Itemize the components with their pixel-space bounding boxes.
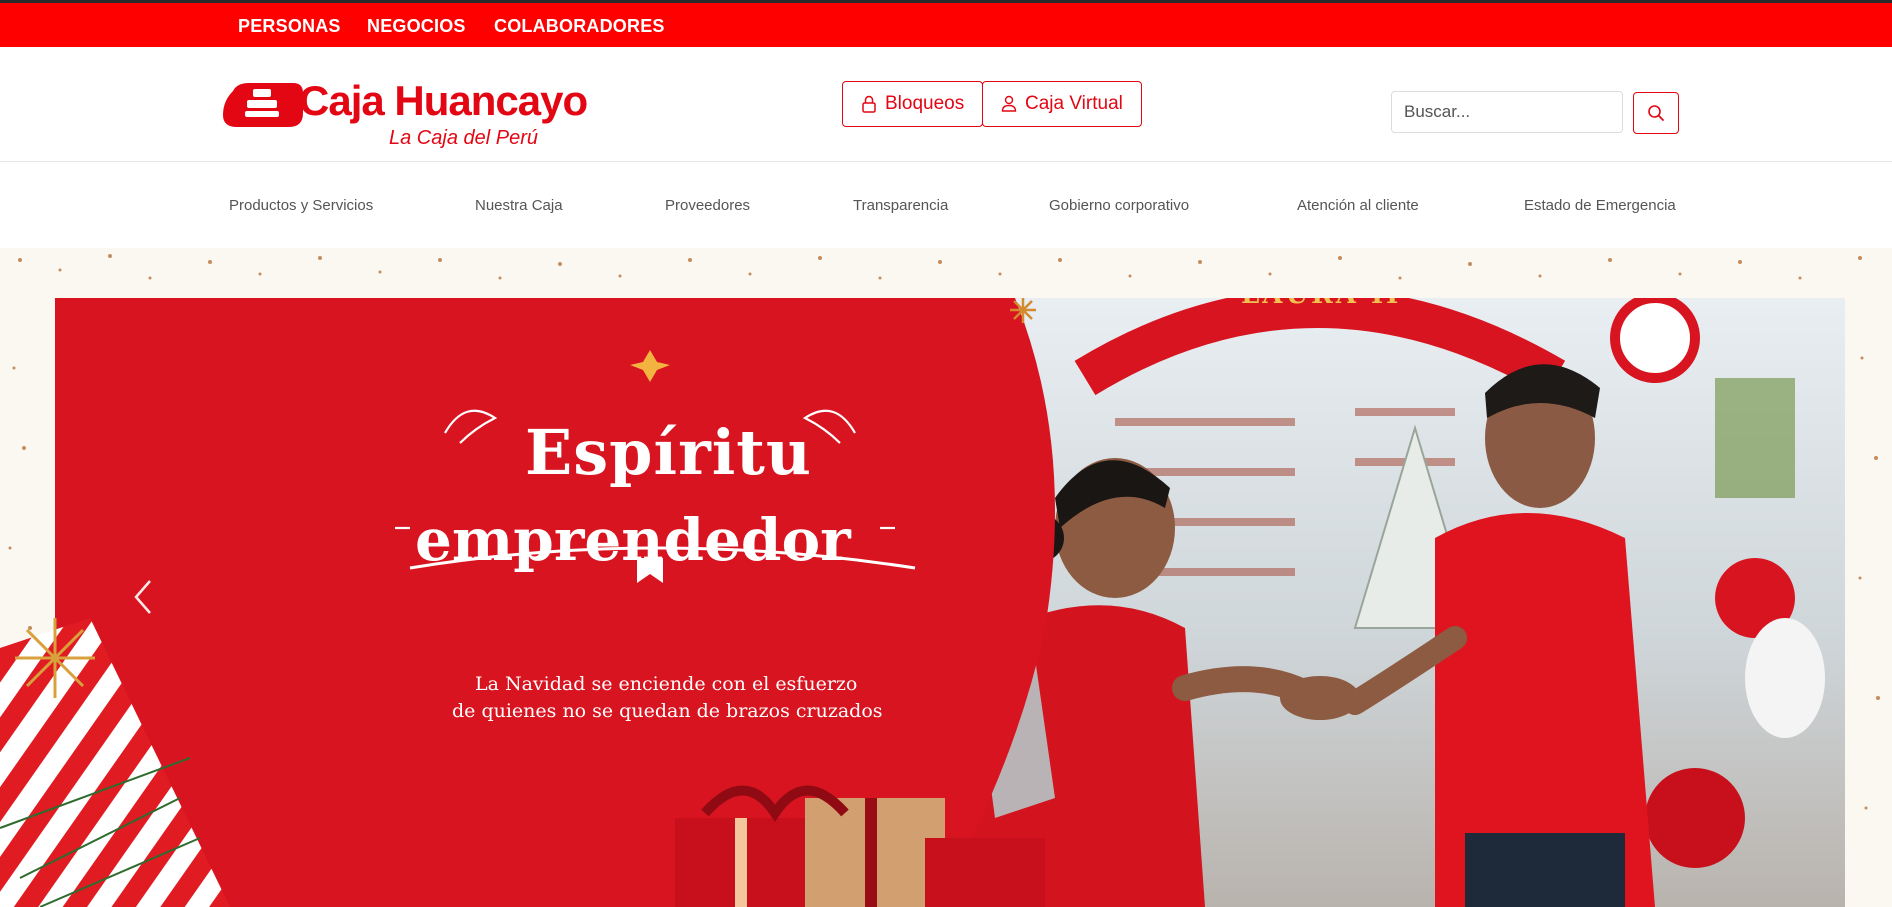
nav-item-transparencia[interactable]: Transparencia [853,197,948,214]
arch-sign-text: LAURA II [1241,298,1401,310]
nav-item-gobierno-corporativo[interactable]: Gobierno corporativo [1049,197,1189,214]
logo-name: Caja Huancayo [299,77,588,124]
site-header: Caja Huancayo La Caja del Perú Bloqueos … [0,47,1892,162]
search-input[interactable] [1391,91,1623,133]
hero-slide-artwork [55,298,1845,907]
bloqueos-button[interactable]: Bloqueos [842,81,984,127]
segment-link-negocios[interactable]: NEGOCIOS [367,16,466,37]
lock-icon [862,95,876,113]
nav-item-nuestra-caja[interactable]: Nuestra Caja [475,197,563,214]
nav-item-atencion-cliente[interactable]: Atención al cliente [1297,197,1419,214]
main-navigation: Productos y Servicios Nuestra Caja Prove… [0,162,1892,248]
caja-virtual-label: Caja Virtual [1025,93,1123,114]
nav-item-productos-servicios[interactable]: Productos y Servicios [229,197,373,214]
carousel-prev-chevron-left-icon[interactable] [128,575,158,619]
segment-link-colaboradores[interactable]: COLABORADORES [494,16,665,37]
hero-subtitle-line1: La Navidad se enciende con el esfuerzo [475,673,858,695]
hero-headline-line1: Espíritu [525,416,812,489]
hero-headline-line2: emprendedor [415,506,851,574]
search-button[interactable] [1633,92,1679,134]
nav-item-proveedores[interactable]: Proveedores [665,197,750,214]
nav-item-estado-emergencia[interactable]: Estado de Emergencia [1524,197,1676,214]
user-icon [1001,95,1017,112]
candy-gift-decoration [0,618,230,907]
segment-link-personas[interactable]: PERSONAS [238,16,341,37]
search-icon [1648,105,1664,121]
hero-subtitle-line2: de quienes no se quedan de brazos cruzad… [452,700,883,722]
logo-tagline: La Caja del Perú [389,127,538,149]
logo-mark-icon [223,83,303,127]
hero-slide[interactable]: LAURA II Espíritu emprendedor La Navidad… [55,298,1845,907]
brand-logo[interactable]: Caja Huancayo La Caja del Perú [223,77,588,153]
top-segment-bar: PERSONAS NEGOCIOS COLABORADORES [0,0,1892,47]
hero-carousel: LAURA II Espíritu emprendedor La Navidad… [0,248,1892,907]
bloqueos-label: Bloqueos [885,93,965,114]
caja-virtual-button[interactable]: Caja Virtual [982,81,1142,127]
